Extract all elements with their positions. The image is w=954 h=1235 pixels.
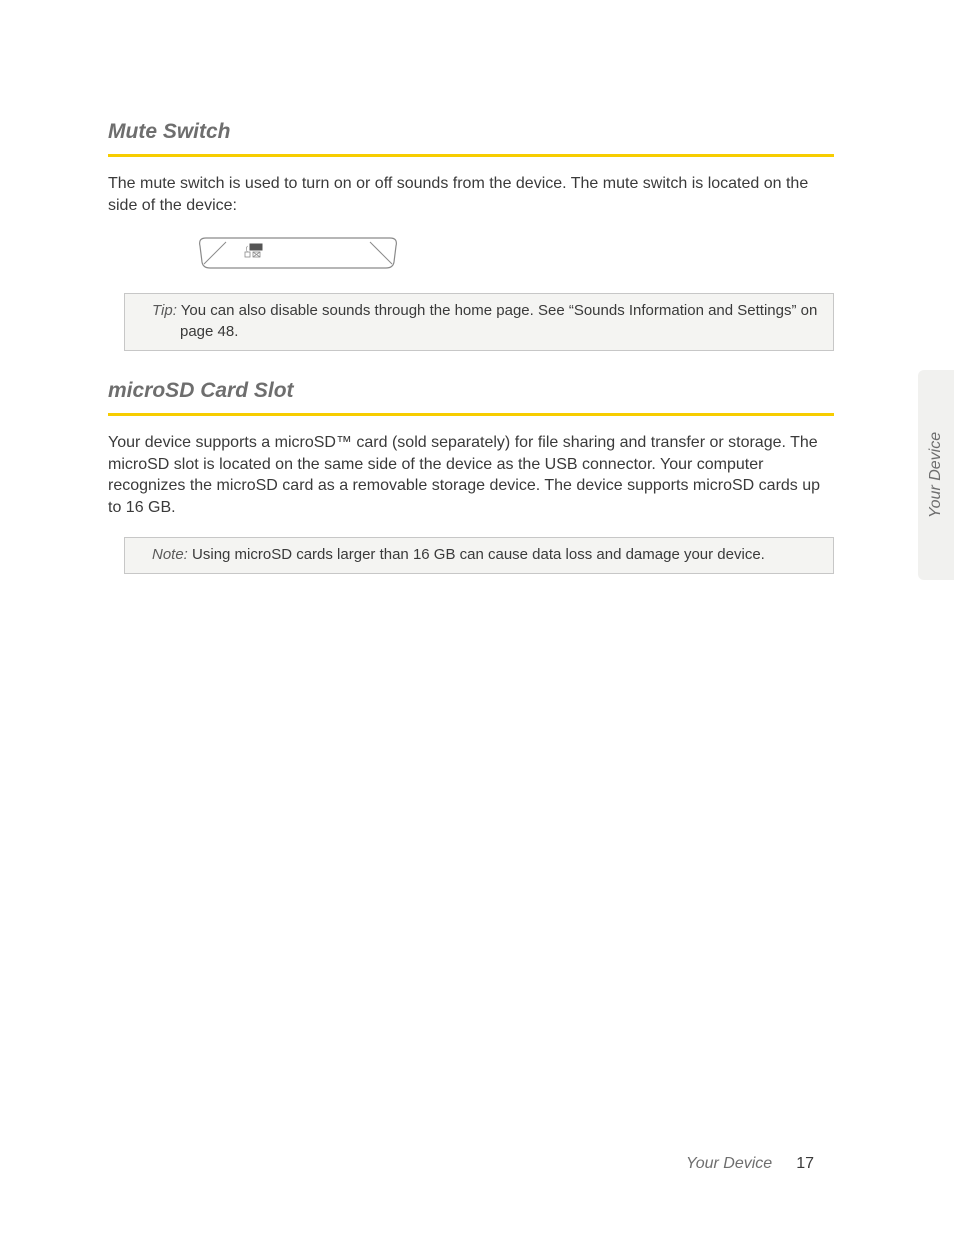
page-footer: Your Device 17 (686, 1155, 814, 1173)
page: Mute Switch The mute switch is used to t… (0, 0, 954, 1235)
footer-page-number: 17 (796, 1155, 814, 1172)
side-tab: Your Device (918, 370, 954, 580)
device-side-illustration (198, 234, 834, 275)
microsd-description: Your device supports a microSD™ card (so… (108, 432, 834, 518)
tip-text: You can also disable sounds through the … (177, 302, 817, 340)
side-tab-label: Your Device (927, 432, 945, 518)
mute-switch-description: The mute switch is used to turn on or of… (108, 173, 834, 216)
heading-underline (108, 413, 834, 416)
note-text: Using microSD cards larger than 16 GB ca… (188, 546, 765, 563)
tip-label: Tip: (152, 302, 177, 319)
note-callout: Note: Using microSD cards larger than 16… (124, 537, 834, 574)
heading-underline (108, 154, 834, 157)
heading-microsd: microSD Card Slot (108, 379, 834, 409)
tip-callout: Tip: You can also disable sounds through… (124, 293, 834, 351)
heading-mute-switch: Mute Switch (108, 120, 834, 150)
footer-section: Your Device (686, 1155, 772, 1172)
note-label: Note: (152, 546, 188, 563)
